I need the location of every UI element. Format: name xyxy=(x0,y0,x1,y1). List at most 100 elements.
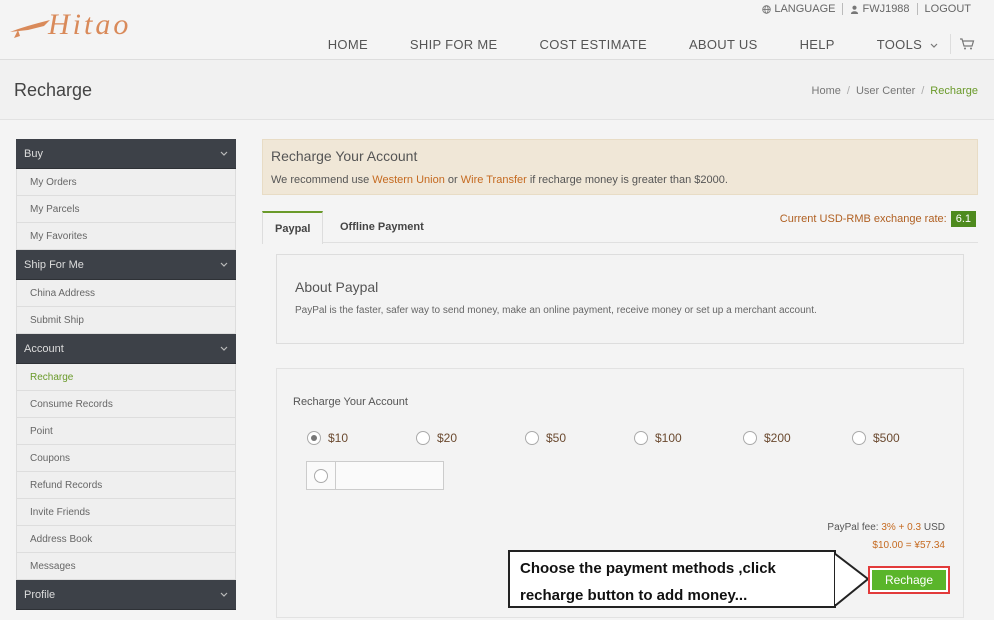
sidebar-item-refund-records[interactable]: Refund Records xyxy=(16,472,236,499)
notice-title: Recharge Your Account xyxy=(271,148,418,164)
sidebar-group-label: Profile xyxy=(24,588,56,601)
amount-option-50[interactable]: $50 xyxy=(525,431,634,445)
sidebar-group-label: Buy xyxy=(24,147,43,160)
tab-paypal[interactable]: Paypal xyxy=(262,211,324,244)
tab-offline-payment[interactable]: Offline Payment xyxy=(328,211,436,243)
wire-transfer-link[interactable]: Wire Transfer xyxy=(461,174,527,186)
nav-ship-for-me[interactable]: SHIP FOR ME xyxy=(389,37,519,52)
recharge-button[interactable]: Rechage xyxy=(868,566,950,594)
amount-radio[interactable] xyxy=(525,431,539,445)
amount-label: $100 xyxy=(655,431,682,445)
amount-label: $50 xyxy=(546,431,567,445)
nav-help[interactable]: HELP xyxy=(779,37,856,52)
sidebar-group-ship-for-me[interactable]: Ship For Me xyxy=(16,250,236,280)
amount-radio[interactable] xyxy=(743,431,757,445)
callout-line-2: recharge button to add money... xyxy=(520,587,748,604)
amount-radio[interactable] xyxy=(307,431,321,445)
breadcrumb: Home / User Center / Recharge xyxy=(812,85,978,97)
page-title: Recharge xyxy=(14,80,93,100)
sidebar-group-label: Ship For Me xyxy=(24,258,84,271)
cart-button[interactable] xyxy=(950,34,978,54)
sidebar-item-recharge[interactable]: Recharge xyxy=(16,364,236,391)
breadcrumb-user-center[interactable]: User Center xyxy=(856,85,915,97)
nav-cost-estimate[interactable]: COST ESTIMATE xyxy=(519,37,668,52)
instruction-callout: Choose the payment methods ,click rechar… xyxy=(508,550,836,608)
username-label: FWJ1988 xyxy=(862,3,910,15)
sidebar-item-coupons[interactable]: Coupons xyxy=(16,445,236,472)
main-content: Recharge Your Account We recommend use W… xyxy=(262,139,978,618)
sidebar-item-invite-friends[interactable]: Invite Friends xyxy=(16,499,236,526)
recharge-total: $10.00 = ¥57.34 xyxy=(872,540,945,551)
plane-icon xyxy=(10,20,50,38)
recharge-form-title: Recharge Your Account xyxy=(293,396,408,408)
recharge-button-label: Rechage xyxy=(872,570,946,590)
amount-option-20[interactable]: $20 xyxy=(416,431,525,445)
sidebar-item-china-address[interactable]: China Address xyxy=(16,280,236,307)
breadcrumb-current: Recharge xyxy=(930,85,978,97)
sidebar-group-account[interactable]: Account xyxy=(16,334,236,364)
top-links: LANGUAGE FWJ1988 LOGOUT xyxy=(755,3,978,15)
amount-radio[interactable] xyxy=(852,431,866,445)
chevron-down-icon xyxy=(220,346,228,351)
breadcrumb-home[interactable]: Home xyxy=(812,85,841,97)
fee-label: PayPal fee: xyxy=(827,522,882,533)
amount-option-100[interactable]: $100 xyxy=(634,431,743,445)
nav-home[interactable]: HOME xyxy=(307,37,389,52)
globe-icon xyxy=(762,4,772,14)
amount-option-500[interactable]: $500 xyxy=(852,431,961,445)
about-paypal-title: About Paypal xyxy=(295,279,379,295)
nav-tools[interactable]: TOOLS xyxy=(856,37,946,52)
custom-amount-input[interactable] xyxy=(336,462,443,489)
notice-text-mid: or xyxy=(444,174,461,186)
nav-about-us[interactable]: ABOUT US xyxy=(668,37,779,52)
breadcrumb-separator: / xyxy=(921,85,925,97)
page-titlebar: Recharge Home / User Center / Recharge xyxy=(0,60,994,120)
notice-text-after: if recharge money is greater than $2000. xyxy=(526,174,728,186)
paypal-fee: PayPal fee: 3% + 0.3 USD xyxy=(827,522,945,533)
exchange-rate: Current USD-RMB exchange rate: 6.1 xyxy=(780,211,976,227)
amount-options: $10 $20 $50 $100 $200 $500 xyxy=(307,431,961,445)
sidebar-item-address-book[interactable]: Address Book xyxy=(16,526,236,553)
notice-text-before: We recommend use xyxy=(271,174,373,186)
chevron-down-icon xyxy=(220,151,228,156)
amount-radio[interactable] xyxy=(634,431,648,445)
amount-option-200[interactable]: $200 xyxy=(743,431,852,445)
custom-amount xyxy=(306,461,444,490)
logout-label: LOGOUT xyxy=(924,3,971,15)
sidebar-item-submit-ship[interactable]: Submit Ship xyxy=(16,307,236,334)
logo[interactable]: Hitao xyxy=(8,6,168,46)
user-link[interactable]: FWJ1988 xyxy=(842,3,916,15)
callout-line-1: Choose the payment methods ,click xyxy=(520,560,776,577)
callout-arrow-icon xyxy=(834,553,870,606)
chevron-down-icon xyxy=(930,43,938,48)
chevron-down-icon xyxy=(220,262,228,267)
about-paypal-text: PayPal is the faster, safer way to send … xyxy=(295,305,817,316)
sidebar: Buy My Orders My Parcels My Favorites Sh… xyxy=(16,139,236,610)
custom-amount-radio-cell[interactable] xyxy=(307,462,336,489)
amount-label: $200 xyxy=(764,431,791,445)
sidebar-item-my-favorites[interactable]: My Favorites xyxy=(16,223,236,250)
nav-tools-label: TOOLS xyxy=(876,36,923,52)
cart-icon xyxy=(959,38,974,50)
chevron-down-icon xyxy=(220,592,228,597)
fee-unit: USD xyxy=(921,522,945,533)
language-link[interactable]: LANGUAGE xyxy=(755,3,842,15)
custom-amount-radio[interactable] xyxy=(314,468,328,483)
sidebar-item-consume-records[interactable]: Consume Records xyxy=(16,391,236,418)
sidebar-group-label: Account xyxy=(24,342,64,355)
amount-option-10[interactable]: $10 xyxy=(307,431,416,445)
amount-label: $10 xyxy=(328,431,349,445)
sidebar-item-point[interactable]: Point xyxy=(16,418,236,445)
sidebar-item-my-parcels[interactable]: My Parcels xyxy=(16,196,236,223)
sidebar-group-profile[interactable]: Profile xyxy=(16,580,236,610)
logout-link[interactable]: LOGOUT xyxy=(916,3,978,15)
sidebar-item-my-orders[interactable]: My Orders xyxy=(16,169,236,196)
western-union-link[interactable]: Western Union xyxy=(372,174,445,186)
about-paypal-box: About Paypal PayPal is the faster, safer… xyxy=(276,254,964,344)
recommend-notice: Recharge Your Account We recommend use W… xyxy=(262,139,978,195)
payment-tabs: Paypal Offline Payment Current USD-RMB e… xyxy=(262,211,978,244)
breadcrumb-separator: / xyxy=(846,85,850,97)
amount-radio[interactable] xyxy=(416,431,430,445)
sidebar-group-buy[interactable]: Buy xyxy=(16,139,236,169)
sidebar-item-messages[interactable]: Messages xyxy=(16,553,236,580)
